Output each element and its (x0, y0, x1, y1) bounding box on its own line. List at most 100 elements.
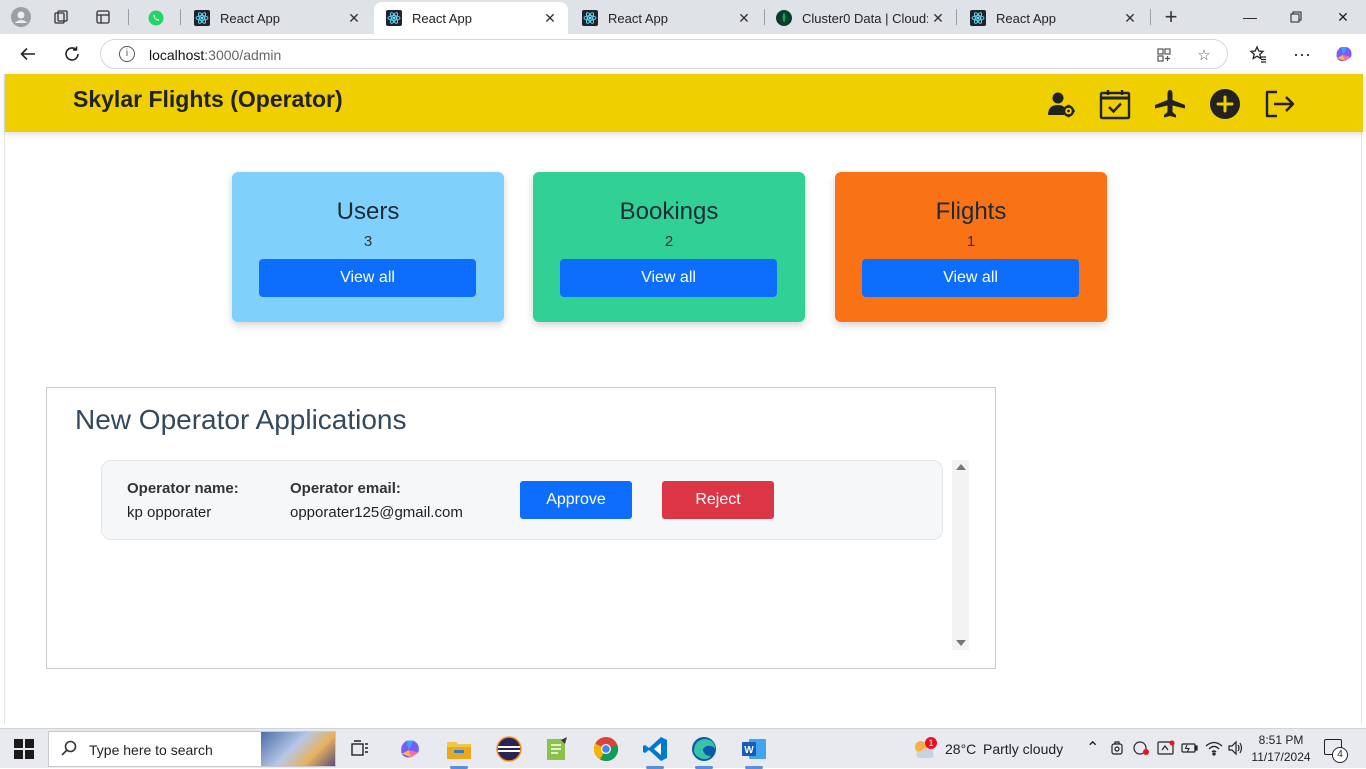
flights-card: Flights 1 View all (835, 172, 1107, 322)
windows-start-icon[interactable] (14, 739, 34, 759)
file-explorer-icon[interactable] (445, 735, 473, 763)
browser-tab-strip: React App ✕ React App ✕ React App ✕ Clus… (0, 0, 1366, 34)
edge-icon[interactable] (690, 735, 718, 763)
meet-now-icon[interactable] (1132, 740, 1150, 759)
scroll-down-arrow-icon[interactable] (956, 640, 966, 646)
chrome-icon[interactable] (592, 735, 620, 763)
close-icon[interactable]: ✕ (344, 10, 364, 27)
tab-title: React App (996, 10, 1056, 26)
search-placeholder: Type here to search (89, 742, 213, 758)
tab-actions-icon[interactable] (92, 6, 114, 28)
brand-title[interactable]: Skylar Flights (Operator) (73, 86, 343, 113)
weather-alert-badge: 1 (925, 737, 937, 749)
approve-button[interactable]: Approve (520, 481, 632, 519)
tab-title: Cluster0 Data | Cloud: Mc (802, 10, 928, 26)
search-icon (61, 740, 77, 761)
new-tab-icon[interactable]: + (1160, 4, 1182, 29)
react-icon (386, 10, 402, 26)
site-info-icon[interactable]: i (119, 46, 135, 62)
url-path: :3000/admin (204, 47, 282, 63)
operator-email-label: Operator email: (290, 480, 401, 497)
tab-cluster0[interactable]: Cluster0 Data | Cloud: Mc ✕ (764, 2, 956, 34)
tab-whatsapp[interactable] (136, 2, 176, 34)
react-icon (194, 10, 210, 26)
weather-temperature[interactable]: 28°C (945, 741, 976, 757)
user-settings-icon[interactable] (1045, 88, 1077, 120)
browser-toolbar: i localhost:3000/admin ☆ ··· (0, 34, 1366, 74)
profile-icon[interactable] (10, 6, 32, 28)
applications-scrollbar[interactable] (952, 460, 969, 650)
tab-title: React App (220, 10, 280, 26)
card-count: 3 (363, 233, 373, 250)
bookings-card: Bookings 2 View all (533, 172, 805, 322)
notepad-plus-plus-icon[interactable] (543, 735, 571, 763)
operator-name-value: kp opporater (127, 504, 212, 521)
logout-icon[interactable] (1264, 88, 1296, 120)
close-icon[interactable]: ✕ (734, 10, 754, 27)
favorite-star-icon[interactable]: ☆ (1195, 46, 1213, 64)
card-title: Users (336, 198, 400, 225)
operator-name-label: Operator name: (127, 480, 239, 497)
close-icon[interactable]: ✕ (1120, 10, 1140, 27)
view-all-users-button[interactable]: View all (259, 259, 476, 297)
url-host: localhost (149, 47, 205, 63)
applications-list[interactable]: Operator name: kp opporater Operator ema… (101, 460, 969, 650)
favorites-icon[interactable] (1244, 40, 1272, 68)
scroll-up-arrow-icon[interactable] (956, 464, 966, 470)
address-bar[interactable]: i localhost:3000/admin ☆ (100, 39, 1228, 69)
reject-button[interactable]: Reject (662, 481, 774, 519)
close-window-icon[interactable]: ✕ (1320, 0, 1366, 34)
card-title: Flights (935, 198, 1007, 225)
chevron-up-icon[interactable]: ⌃ (1086, 738, 1099, 758)
close-icon[interactable]: ✕ (928, 10, 948, 27)
operator-applications-panel: New Operator Applications Operator name:… (46, 387, 996, 669)
react-icon (582, 10, 598, 26)
tab-react-app-3[interactable]: React App ✕ (570, 2, 762, 34)
notifications-count: 4 (1332, 747, 1348, 763)
users-card: Users 3 View all (232, 172, 504, 322)
mongodb-leaf-icon (776, 10, 792, 26)
tray-screen-icon[interactable] (1157, 740, 1175, 759)
applications-title: New Operator Applications (75, 404, 407, 435)
navbar: Skylar Flights (Operator) (5, 74, 1363, 132)
card-count: 1 (966, 233, 976, 250)
tab-react-app-1[interactable]: React App ✕ (182, 2, 372, 34)
react-icon (970, 10, 986, 26)
tab-title: React App (412, 10, 472, 26)
wifi-icon[interactable] (1205, 740, 1223, 759)
tab-react-app-active[interactable]: React App ✕ (374, 2, 568, 34)
battery-icon[interactable] (1181, 741, 1199, 758)
taskbar-clock[interactable]: 8:51 PM 11/17/2024 (1246, 732, 1316, 766)
view-all-bookings-button[interactable]: View all (560, 259, 777, 297)
add-circle-icon[interactable] (1209, 88, 1241, 120)
more-options-icon[interactable]: ··· (1288, 40, 1316, 68)
restore-icon[interactable] (1273, 0, 1319, 34)
application-item: Operator name: kp opporater Operator ema… (101, 460, 943, 540)
weather-description[interactable]: Partly cloudy (983, 741, 1063, 757)
task-view-icon[interactable] (346, 735, 374, 763)
back-arrow-icon[interactable] (14, 40, 42, 68)
workspaces-icon[interactable] (50, 6, 72, 28)
url-text[interactable]: localhost:3000/admin (149, 47, 281, 63)
close-icon[interactable]: ✕ (540, 10, 560, 27)
vscode-icon[interactable] (641, 735, 669, 763)
copilot-icon[interactable] (1330, 40, 1358, 68)
view-all-flights-button[interactable]: View all (862, 259, 1079, 297)
word-icon[interactable]: W (740, 735, 768, 763)
app-available-icon[interactable] (1155, 46, 1173, 64)
volume-icon[interactable] (1227, 740, 1243, 759)
refresh-icon[interactable] (58, 40, 86, 68)
eclipse-icon[interactable] (495, 735, 523, 763)
taskbar-search[interactable]: Type here to search (48, 731, 336, 767)
card-count: 2 (664, 233, 674, 250)
search-highlight-image (261, 732, 335, 766)
calendar-check-icon[interactable] (1099, 88, 1131, 120)
tab-react-app-5[interactable]: React App ✕ (958, 2, 1148, 34)
clock-time: 8:51 PM (1258, 733, 1304, 747)
copilot-app-icon[interactable] (396, 735, 424, 763)
tray-app-icon[interactable] (1110, 740, 1124, 759)
plane-icon[interactable] (1154, 88, 1186, 120)
tab-title: React App (608, 10, 668, 26)
whatsapp-icon (148, 10, 164, 26)
minimize-icon[interactable]: — (1227, 0, 1273, 34)
